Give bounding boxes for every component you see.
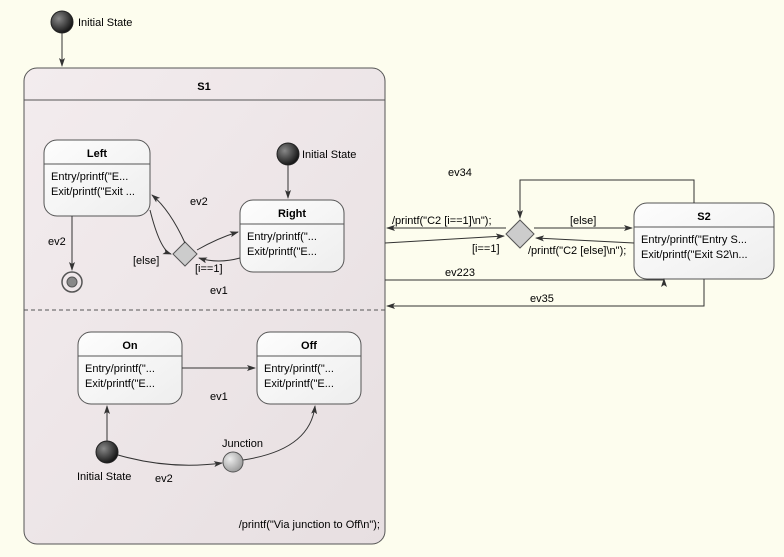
- edge-s2-to-c2-bottom: [536, 238, 634, 243]
- edge-ev2-junction-label: ev2: [155, 473, 173, 485]
- c2-action-i1: /printf("C2 [i==1]\n");: [392, 215, 492, 227]
- edge-ev1-on-off-label: ev1: [210, 391, 228, 403]
- state-s2-entry: Entry/printf("Entry S...: [641, 234, 747, 246]
- final-state-inner: [67, 277, 77, 287]
- edge-ev223-label: ev223: [445, 267, 475, 279]
- edge-ev1-right-label: ev1: [210, 285, 228, 297]
- choice-c2: [506, 220, 534, 248]
- state-s1-title: S1: [197, 81, 210, 93]
- state-off-entry: Entry/printf("...: [264, 363, 334, 375]
- edge-ev34-label: ev34: [448, 167, 472, 179]
- state-right-exit: Exit/printf("E...: [247, 246, 317, 258]
- edge-s1-to-c2: [385, 236, 504, 243]
- state-s2-exit: Exit/printf("Exit S2\n...: [641, 249, 748, 261]
- c2-action-else: /printf("C2 [else]\n");: [528, 245, 626, 257]
- initial-region-a-icon: [277, 143, 299, 165]
- initial-state-icon: [51, 11, 73, 33]
- junction-label: Junction: [222, 438, 263, 450]
- state-left-title: Left: [87, 148, 108, 160]
- state-s2-title: S2: [697, 211, 710, 223]
- edge-ev2-left-label: ev2: [48, 236, 66, 248]
- state-left-exit: Exit/printf("Exit ...: [51, 186, 135, 198]
- edge-ev2-choice-label: ev2: [190, 196, 208, 208]
- guard-else-region-a: [else]: [133, 255, 159, 267]
- edge-ev35-label: ev35: [530, 293, 554, 305]
- c2-guard-else: [else]: [570, 215, 596, 227]
- state-right-title: Right: [278, 208, 306, 220]
- state-on-entry: Entry/printf("...: [85, 363, 155, 375]
- initial-state-label: Initial State: [78, 17, 132, 29]
- junction-action-label: /printf("Via junction to Off\n");: [239, 519, 380, 531]
- state-on-exit: Exit/printf("E...: [85, 378, 155, 390]
- state-off-exit: Exit/printf("E...: [264, 378, 334, 390]
- c2-guard-i1: [i==1]: [472, 243, 500, 255]
- state-off-title: Off: [301, 340, 317, 352]
- guard-i1-region-a: [i==1]: [195, 263, 223, 275]
- initial-region-b-icon: [96, 441, 118, 463]
- state-left-entry: Entry/printf("E...: [51, 171, 128, 183]
- state-right-entry: Entry/printf("...: [247, 231, 317, 243]
- edge-ev223: [385, 279, 664, 280]
- junction-icon: [223, 452, 243, 472]
- initial-region-a-label: Initial State: [302, 149, 356, 161]
- state-on-title: On: [122, 340, 138, 352]
- initial-region-b-label: Initial State: [77, 471, 131, 483]
